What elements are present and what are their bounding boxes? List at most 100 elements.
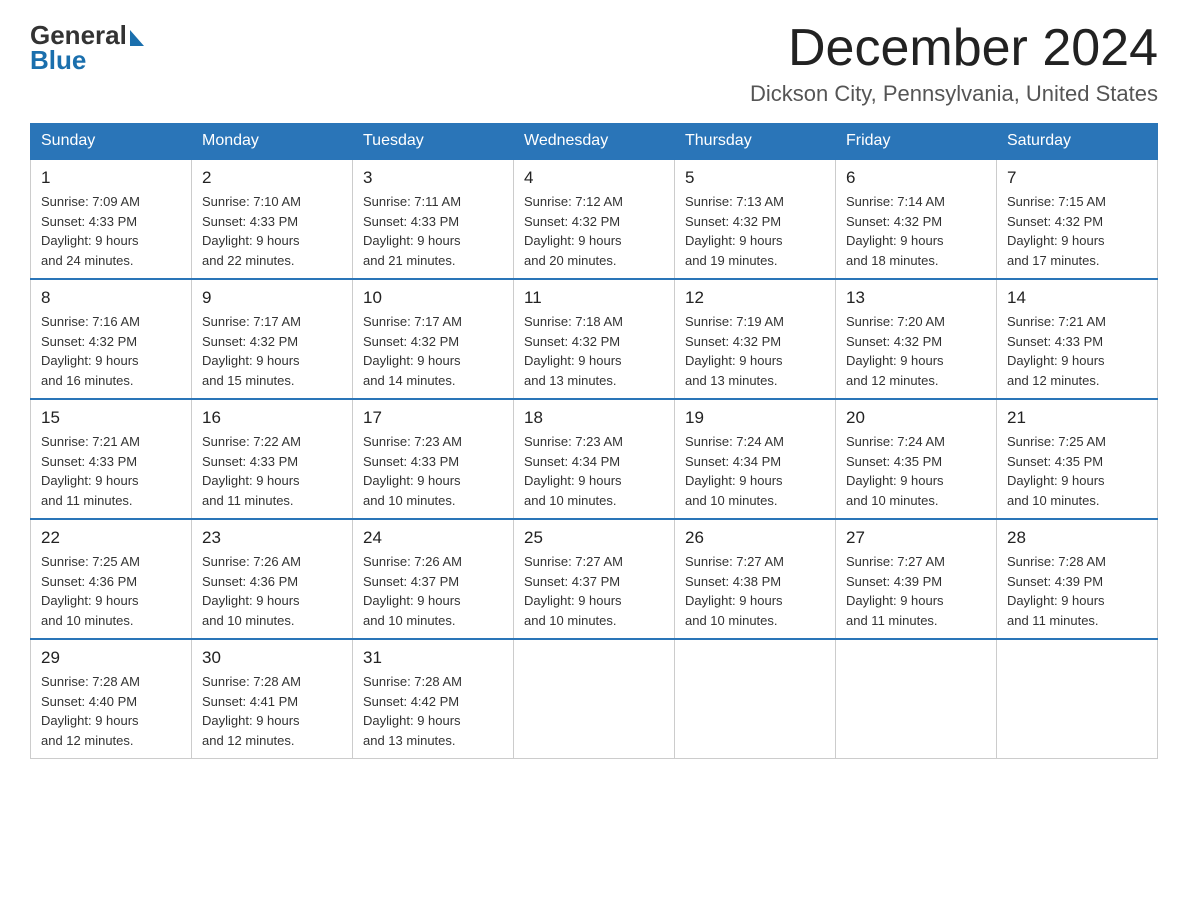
day-number: 10 bbox=[363, 288, 503, 308]
calendar-cell: 11 Sunrise: 7:18 AMSunset: 4:32 PMDaylig… bbox=[514, 279, 675, 399]
header-saturday: Saturday bbox=[997, 124, 1158, 160]
calendar-cell: 2 Sunrise: 7:10 AMSunset: 4:33 PMDayligh… bbox=[192, 159, 353, 279]
title-section: December 2024 Dickson City, Pennsylvania… bbox=[750, 20, 1158, 107]
day-info: Sunrise: 7:10 AMSunset: 4:33 PMDaylight:… bbox=[202, 194, 301, 268]
calendar-table: SundayMondayTuesdayWednesdayThursdayFrid… bbox=[30, 123, 1158, 759]
day-number: 29 bbox=[41, 648, 181, 668]
day-number: 21 bbox=[1007, 408, 1147, 428]
day-number: 4 bbox=[524, 168, 664, 188]
day-number: 27 bbox=[846, 528, 986, 548]
day-info: Sunrise: 7:21 AMSunset: 4:33 PMDaylight:… bbox=[1007, 314, 1106, 388]
day-info: Sunrise: 7:25 AMSunset: 4:35 PMDaylight:… bbox=[1007, 434, 1106, 508]
day-info: Sunrise: 7:25 AMSunset: 4:36 PMDaylight:… bbox=[41, 554, 140, 628]
day-info: Sunrise: 7:27 AMSunset: 4:39 PMDaylight:… bbox=[846, 554, 945, 628]
calendar-cell: 5 Sunrise: 7:13 AMSunset: 4:32 PMDayligh… bbox=[675, 159, 836, 279]
calendar-cell bbox=[836, 639, 997, 759]
day-number: 14 bbox=[1007, 288, 1147, 308]
day-info: Sunrise: 7:28 AMSunset: 4:42 PMDaylight:… bbox=[363, 674, 462, 748]
day-info: Sunrise: 7:17 AMSunset: 4:32 PMDaylight:… bbox=[363, 314, 462, 388]
calendar-cell: 16 Sunrise: 7:22 AMSunset: 4:33 PMDaylig… bbox=[192, 399, 353, 519]
day-number: 1 bbox=[41, 168, 181, 188]
calendar-cell: 15 Sunrise: 7:21 AMSunset: 4:33 PMDaylig… bbox=[31, 399, 192, 519]
day-number: 9 bbox=[202, 288, 342, 308]
day-number: 16 bbox=[202, 408, 342, 428]
calendar-cell: 14 Sunrise: 7:21 AMSunset: 4:33 PMDaylig… bbox=[997, 279, 1158, 399]
day-info: Sunrise: 7:20 AMSunset: 4:32 PMDaylight:… bbox=[846, 314, 945, 388]
calendar-cell: 22 Sunrise: 7:25 AMSunset: 4:36 PMDaylig… bbox=[31, 519, 192, 639]
header-monday: Monday bbox=[192, 124, 353, 160]
week-row-4: 22 Sunrise: 7:25 AMSunset: 4:36 PMDaylig… bbox=[31, 519, 1158, 639]
calendar-cell bbox=[675, 639, 836, 759]
location-title: Dickson City, Pennsylvania, United State… bbox=[750, 81, 1158, 107]
calendar-cell bbox=[514, 639, 675, 759]
day-info: Sunrise: 7:18 AMSunset: 4:32 PMDaylight:… bbox=[524, 314, 623, 388]
day-number: 12 bbox=[685, 288, 825, 308]
week-row-1: 1 Sunrise: 7:09 AMSunset: 4:33 PMDayligh… bbox=[31, 159, 1158, 279]
logo: General Blue bbox=[30, 20, 144, 76]
header-wednesday: Wednesday bbox=[514, 124, 675, 160]
day-number: 23 bbox=[202, 528, 342, 548]
calendar-cell: 31 Sunrise: 7:28 AMSunset: 4:42 PMDaylig… bbox=[353, 639, 514, 759]
calendar-cell: 4 Sunrise: 7:12 AMSunset: 4:32 PMDayligh… bbox=[514, 159, 675, 279]
day-number: 22 bbox=[41, 528, 181, 548]
day-number: 20 bbox=[846, 408, 986, 428]
day-number: 25 bbox=[524, 528, 664, 548]
day-number: 17 bbox=[363, 408, 503, 428]
day-number: 3 bbox=[363, 168, 503, 188]
calendar-cell: 18 Sunrise: 7:23 AMSunset: 4:34 PMDaylig… bbox=[514, 399, 675, 519]
calendar-cell: 1 Sunrise: 7:09 AMSunset: 4:33 PMDayligh… bbox=[31, 159, 192, 279]
header-tuesday: Tuesday bbox=[353, 124, 514, 160]
day-number: 15 bbox=[41, 408, 181, 428]
calendar-cell bbox=[997, 639, 1158, 759]
logo-blue-text: Blue bbox=[30, 45, 86, 76]
calendar-cell: 25 Sunrise: 7:27 AMSunset: 4:37 PMDaylig… bbox=[514, 519, 675, 639]
calendar-cell: 13 Sunrise: 7:20 AMSunset: 4:32 PMDaylig… bbox=[836, 279, 997, 399]
day-number: 19 bbox=[685, 408, 825, 428]
day-number: 8 bbox=[41, 288, 181, 308]
calendar-cell: 6 Sunrise: 7:14 AMSunset: 4:32 PMDayligh… bbox=[836, 159, 997, 279]
day-number: 6 bbox=[846, 168, 986, 188]
calendar-cell: 19 Sunrise: 7:24 AMSunset: 4:34 PMDaylig… bbox=[675, 399, 836, 519]
day-info: Sunrise: 7:17 AMSunset: 4:32 PMDaylight:… bbox=[202, 314, 301, 388]
day-info: Sunrise: 7:28 AMSunset: 4:39 PMDaylight:… bbox=[1007, 554, 1106, 628]
day-info: Sunrise: 7:23 AMSunset: 4:34 PMDaylight:… bbox=[524, 434, 623, 508]
day-info: Sunrise: 7:15 AMSunset: 4:32 PMDaylight:… bbox=[1007, 194, 1106, 268]
calendar-cell: 8 Sunrise: 7:16 AMSunset: 4:32 PMDayligh… bbox=[31, 279, 192, 399]
day-info: Sunrise: 7:28 AMSunset: 4:40 PMDaylight:… bbox=[41, 674, 140, 748]
day-info: Sunrise: 7:13 AMSunset: 4:32 PMDaylight:… bbox=[685, 194, 784, 268]
day-number: 13 bbox=[846, 288, 986, 308]
logo-arrow-icon bbox=[130, 30, 144, 46]
calendar-cell: 3 Sunrise: 7:11 AMSunset: 4:33 PMDayligh… bbox=[353, 159, 514, 279]
calendar-cell: 23 Sunrise: 7:26 AMSunset: 4:36 PMDaylig… bbox=[192, 519, 353, 639]
calendar-cell: 21 Sunrise: 7:25 AMSunset: 4:35 PMDaylig… bbox=[997, 399, 1158, 519]
calendar-cell: 27 Sunrise: 7:27 AMSunset: 4:39 PMDaylig… bbox=[836, 519, 997, 639]
day-number: 24 bbox=[363, 528, 503, 548]
calendar-header-row: SundayMondayTuesdayWednesdayThursdayFrid… bbox=[31, 124, 1158, 160]
month-title: December 2024 bbox=[750, 20, 1158, 77]
calendar-cell: 26 Sunrise: 7:27 AMSunset: 4:38 PMDaylig… bbox=[675, 519, 836, 639]
day-number: 2 bbox=[202, 168, 342, 188]
day-info: Sunrise: 7:26 AMSunset: 4:36 PMDaylight:… bbox=[202, 554, 301, 628]
week-row-2: 8 Sunrise: 7:16 AMSunset: 4:32 PMDayligh… bbox=[31, 279, 1158, 399]
day-info: Sunrise: 7:27 AMSunset: 4:38 PMDaylight:… bbox=[685, 554, 784, 628]
day-number: 7 bbox=[1007, 168, 1147, 188]
header-friday: Friday bbox=[836, 124, 997, 160]
calendar-cell: 17 Sunrise: 7:23 AMSunset: 4:33 PMDaylig… bbox=[353, 399, 514, 519]
day-info: Sunrise: 7:24 AMSunset: 4:35 PMDaylight:… bbox=[846, 434, 945, 508]
page-header: General Blue December 2024 Dickson City,… bbox=[30, 20, 1158, 107]
day-info: Sunrise: 7:14 AMSunset: 4:32 PMDaylight:… bbox=[846, 194, 945, 268]
calendar-cell: 9 Sunrise: 7:17 AMSunset: 4:32 PMDayligh… bbox=[192, 279, 353, 399]
calendar-cell: 7 Sunrise: 7:15 AMSunset: 4:32 PMDayligh… bbox=[997, 159, 1158, 279]
calendar-cell: 24 Sunrise: 7:26 AMSunset: 4:37 PMDaylig… bbox=[353, 519, 514, 639]
day-info: Sunrise: 7:24 AMSunset: 4:34 PMDaylight:… bbox=[685, 434, 784, 508]
calendar-cell: 30 Sunrise: 7:28 AMSunset: 4:41 PMDaylig… bbox=[192, 639, 353, 759]
header-sunday: Sunday bbox=[31, 124, 192, 160]
day-info: Sunrise: 7:11 AMSunset: 4:33 PMDaylight:… bbox=[363, 194, 461, 268]
day-number: 28 bbox=[1007, 528, 1147, 548]
day-number: 31 bbox=[363, 648, 503, 668]
calendar-cell: 12 Sunrise: 7:19 AMSunset: 4:32 PMDaylig… bbox=[675, 279, 836, 399]
day-number: 30 bbox=[202, 648, 342, 668]
calendar-cell: 20 Sunrise: 7:24 AMSunset: 4:35 PMDaylig… bbox=[836, 399, 997, 519]
calendar-cell: 10 Sunrise: 7:17 AMSunset: 4:32 PMDaylig… bbox=[353, 279, 514, 399]
week-row-5: 29 Sunrise: 7:28 AMSunset: 4:40 PMDaylig… bbox=[31, 639, 1158, 759]
